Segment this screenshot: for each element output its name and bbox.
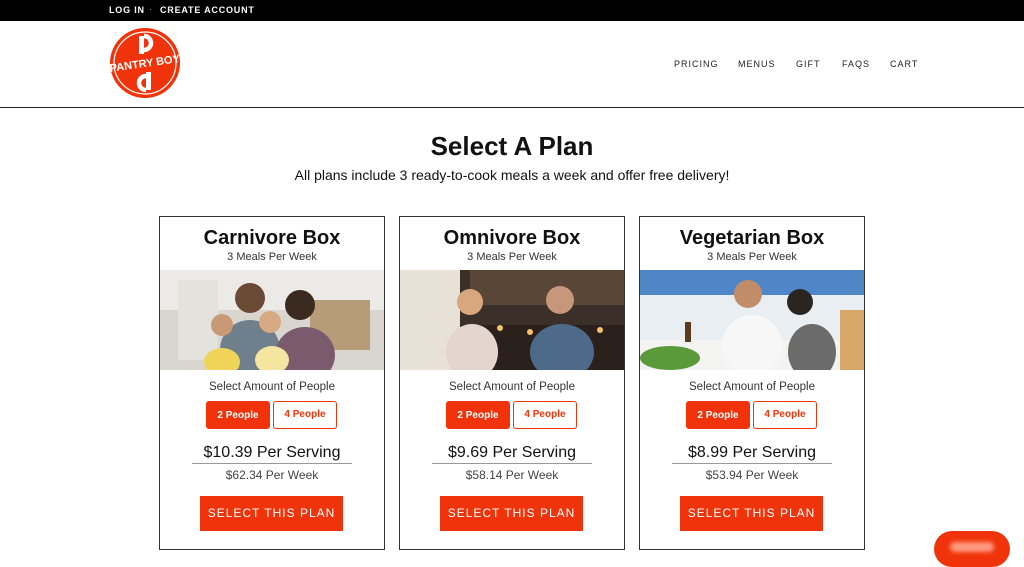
plan-card-vegetarian: Vegetarian Box 3 Meals Per Week Select A…	[639, 216, 865, 550]
plan-meals: 3 Meals Per Week	[467, 251, 557, 263]
people-label: Select Amount of People	[209, 381, 335, 393]
create-account-link[interactable]: CREATE ACCOUNT	[160, 5, 255, 15]
select-plan-button[interactable]: SELECT THIS PLAN	[680, 496, 823, 531]
price-divider	[672, 463, 832, 464]
plan-card-omnivore: Omnivore Box 3 Meals Per Week Select Amo…	[399, 216, 625, 550]
two-people-button[interactable]: 2 People	[206, 401, 270, 429]
people-label: Select Amount of People	[689, 381, 815, 393]
couple-cooking-photo	[640, 270, 864, 380]
plan-title: Omnivore Box	[443, 227, 581, 249]
plan-meals: 3 Meals Per Week	[227, 251, 317, 263]
price-per-week: $53.94 Per Week	[705, 468, 799, 482]
price-divider	[432, 463, 592, 464]
four-people-button[interactable]: 4 People	[273, 401, 337, 429]
site-header: PANTRY BOY PRICING MENUS GIFT FAQS CART	[0, 21, 1024, 108]
chat-widget-icon[interactable]	[934, 531, 1010, 567]
price-per-week: $62.34 Per Week	[225, 468, 319, 482]
couple-kitchen-photo	[400, 270, 624, 380]
price-divider	[192, 463, 352, 464]
four-people-button[interactable]: 4 People	[753, 401, 817, 429]
login-link[interactable]: LOG IN	[109, 5, 145, 15]
pantry-boy-logo[interactable]: PANTRY BOY	[109, 27, 181, 99]
page-title: Select A Plan	[430, 131, 594, 161]
select-plan-button[interactable]: SELECT THIS PLAN	[200, 496, 343, 531]
page-subtitle: All plans include 3 ready-to-cook meals …	[294, 167, 730, 183]
nav-menus[interactable]: MENUS	[738, 59, 776, 69]
plan-title: Carnivore Box	[203, 227, 341, 249]
price-per-week: $58.14 Per Week	[465, 468, 559, 482]
topbar-separator: ·	[149, 4, 152, 14]
two-people-button[interactable]: 2 People	[686, 401, 750, 429]
chat-widget-label	[950, 542, 994, 552]
two-people-button[interactable]: 2 People	[446, 401, 510, 429]
top-bar: LOG IN · CREATE ACCOUNT	[0, 0, 1024, 21]
plan-card-carnivore: Carnivore Box 3 Meals Per Week Select Am…	[159, 216, 385, 550]
four-people-button[interactable]: 4 People	[513, 401, 577, 429]
nav-cart[interactable]: CART	[890, 59, 918, 69]
price-per-serving: $10.39 Per Serving	[203, 444, 341, 461]
family-kitchen-photo	[160, 270, 384, 383]
people-label: Select Amount of People	[449, 381, 575, 393]
nav-pricing[interactable]: PRICING	[674, 59, 719, 69]
nav-faqs[interactable]: FAQS	[842, 59, 870, 69]
price-per-serving: $9.69 Per Serving	[447, 444, 577, 461]
plan-title: Vegetarian Box	[679, 227, 825, 249]
price-per-serving: $8.99 Per Serving	[687, 444, 817, 461]
nav-gift[interactable]: GIFT	[796, 59, 821, 69]
plan-meals: 3 Meals Per Week	[707, 251, 797, 263]
select-plan-button[interactable]: SELECT THIS PLAN	[440, 496, 583, 531]
